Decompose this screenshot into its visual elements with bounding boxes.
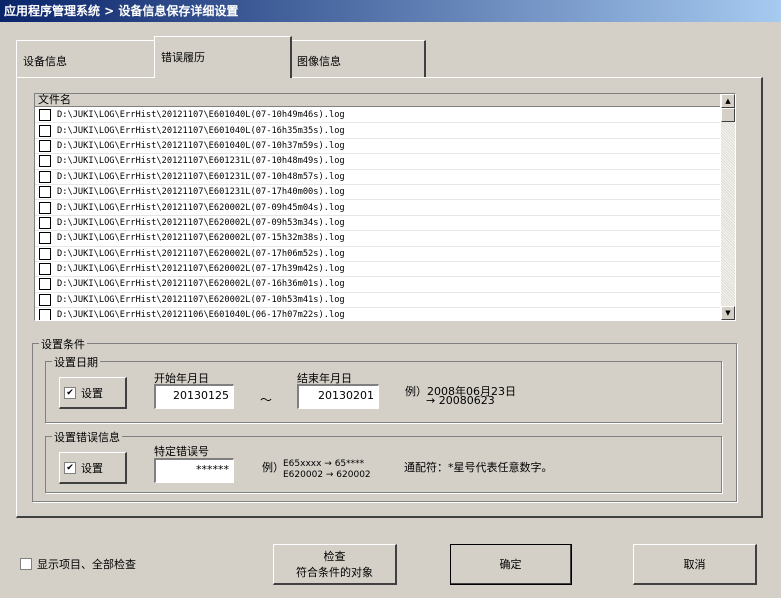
file-row[interactable]: D:\JUKI\LOG\ErrHist\20121107\E620002L(07…: [35, 262, 720, 278]
start-date-input[interactable]: 20130125: [154, 384, 234, 409]
file-row[interactable]: D:\JUKI\LOG\ErrHist\20121107\E620002L(07…: [35, 277, 720, 293]
file-row-checkbox[interactable]: [39, 139, 51, 152]
file-row-checkbox[interactable]: [39, 109, 51, 122]
file-row-checkbox[interactable]: [39, 216, 51, 229]
file-row[interactable]: D:\JUKI\LOG\ErrHist\20121107\E620002L(07…: [35, 231, 720, 247]
file-row[interactable]: D:\JUKI\LOG\ErrHist\20121107\E620002L(07…: [35, 293, 720, 309]
error-group-label: 设置错误信息: [52, 429, 122, 445]
tab-device-info[interactable]: 设备信息: [16, 40, 156, 78]
tab-image-info[interactable]: 图像信息: [290, 40, 426, 78]
file-row-checkbox[interactable]: [39, 201, 51, 214]
end-date-input[interactable]: 20130201: [297, 384, 379, 409]
file-row-checkbox[interactable]: [39, 170, 51, 183]
file-row-path: D:\JUKI\LOG\ErrHist\20121107\E620002L(07…: [57, 217, 345, 228]
file-row-path: D:\JUKI\LOG\ErrHist\20121107\E601231L(07…: [57, 187, 345, 198]
date-enable-toggle[interactable]: ✔ 设置: [59, 377, 127, 409]
file-row-path: D:\JUKI\LOG\ErrHist\20121107\E620002L(07…: [57, 264, 345, 275]
tab-error-history[interactable]: 错误履历: [154, 36, 292, 78]
file-listbox[interactable]: 文件名 D:\JUKI\LOG\ErrHist\20121107\E601040…: [34, 93, 736, 321]
file-row-checkbox[interactable]: [39, 186, 51, 199]
file-row[interactable]: D:\JUKI\LOG\ErrHist\20121107\E601231L(07…: [35, 185, 720, 201]
check-matching-button[interactable]: 检查 符合条件的对象: [273, 544, 397, 585]
scroll-thumb[interactable]: [721, 108, 735, 122]
file-row[interactable]: D:\JUKI\LOG\ErrHist\20121107\E620002L(07…: [35, 216, 720, 232]
scroll-down-icon[interactable]: ▼: [721, 306, 735, 320]
file-row-checkbox[interactable]: [39, 278, 51, 291]
file-row-checkbox[interactable]: [39, 293, 51, 306]
file-row[interactable]: D:\JUKI\LOG\ErrHist\20121107\E620002L(07…: [35, 200, 720, 216]
show-all-check-item[interactable]: 显示项目、全部检查: [17, 556, 232, 572]
file-row-path: D:\JUKI\LOG\ErrHist\20121107\E620002L(07…: [57, 233, 345, 244]
file-row[interactable]: D:\JUKI\LOG\ErrHist\20121107\E620002L(07…: [35, 247, 720, 262]
column-header-filename[interactable]: 文件名: [35, 94, 720, 107]
file-row-path: D:\JUKI\LOG\ErrHist\20121107\E620002L(07…: [57, 248, 345, 259]
file-row-checkbox[interactable]: [39, 155, 51, 168]
show-all-label: 显示项目、全部检查: [37, 558, 136, 571]
file-row[interactable]: D:\JUKI\LOG\ErrHist\20121106\E601040L(06…: [35, 308, 720, 321]
file-row-path: D:\JUKI\LOG\ErrHist\20121107\E601040L(07…: [57, 140, 345, 151]
file-row[interactable]: D:\JUKI\LOG\ErrHist\20121107\E601040L(07…: [35, 123, 720, 139]
error-example-line1: E65xxxx → 65****: [283, 459, 365, 469]
check-matching-line1: 检查: [323, 550, 346, 563]
error-enable-toggle[interactable]: ✔ 设置: [59, 452, 127, 484]
error-example-prefix: 例）: [262, 461, 284, 474]
tab-strip: 设备信息 错误履历 图像信息: [16, 36, 776, 78]
file-row[interactable]: D:\JUKI\LOG\ErrHist\20121107\E601231L(07…: [35, 154, 720, 170]
error-code-input[interactable]: ******: [154, 458, 234, 483]
error-code-label: 特定错误号: [154, 445, 209, 458]
ok-button[interactable]: 确定: [450, 544, 572, 585]
file-row-path: D:\JUKI\LOG\ErrHist\20121107\E620002L(07…: [57, 294, 345, 305]
date-range-tilde: ～: [260, 393, 273, 407]
file-row-checkbox[interactable]: [39, 263, 51, 276]
check-matching-line2: 符合条件的对象: [296, 566, 373, 579]
error-enable-check-icon: ✔: [64, 461, 76, 474]
scroll-up-icon[interactable]: ▲: [721, 94, 735, 108]
file-row[interactable]: D:\JUKI\LOG\ErrHist\20121107\E601040L(07…: [35, 139, 720, 155]
date-group-label: 设置日期: [52, 354, 100, 370]
file-row-path: D:\JUKI\LOG\ErrHist\20121107\E601231L(07…: [57, 171, 345, 182]
conditions-group-label: 设置条件: [39, 336, 87, 352]
file-row-path: D:\JUKI\LOG\ErrHist\20121107\E601231L(07…: [57, 156, 345, 167]
file-row-path: D:\JUKI\LOG\ErrHist\20121107\E601040L(07…: [57, 125, 345, 136]
date-enable-check-icon: ✔: [64, 386, 76, 399]
file-row[interactable]: D:\JUKI\LOG\ErrHist\20121107\E601231L(07…: [35, 170, 720, 185]
error-enable-label: 设置: [81, 461, 103, 475]
file-rows: D:\JUKI\LOG\ErrHist\20121107\E601040L(07…: [35, 108, 720, 321]
date-example-line2: → 20080623: [426, 394, 495, 407]
cancel-button[interactable]: 取消: [633, 544, 757, 585]
file-row-checkbox[interactable]: [39, 232, 51, 245]
error-example-line2: E620002 → 620002: [283, 470, 371, 480]
vertical-scrollbar[interactable]: ▲ ▼: [721, 94, 735, 320]
file-row-path: D:\JUKI\LOG\ErrHist\20121106\E601040L(06…: [57, 310, 345, 321]
file-row-path: D:\JUKI\LOG\ErrHist\20121107\E620002L(07…: [57, 202, 345, 213]
file-row-path: D:\JUKI\LOG\ErrHist\20121107\E620002L(07…: [57, 279, 345, 290]
wildcard-note: 通配符：*星号代表任意数字。: [404, 461, 553, 474]
file-row[interactable]: D:\JUKI\LOG\ErrHist\20121107\E601040L(07…: [35, 108, 720, 124]
show-all-checkbox[interactable]: [20, 558, 32, 570]
file-row-checkbox[interactable]: [39, 247, 51, 260]
title-bar: 应用程序管理系统 > 设备信息保存详细设置: [0, 0, 781, 22]
error-group: 设置错误信息: [45, 429, 722, 493]
file-row-checkbox[interactable]: [39, 309, 51, 320]
date-group: 设置日期: [45, 354, 722, 423]
file-row-path: D:\JUKI\LOG\ErrHist\20121107\E601040L(07…: [57, 110, 345, 121]
date-enable-label: 设置: [81, 386, 103, 400]
file-row-checkbox[interactable]: [39, 124, 51, 137]
